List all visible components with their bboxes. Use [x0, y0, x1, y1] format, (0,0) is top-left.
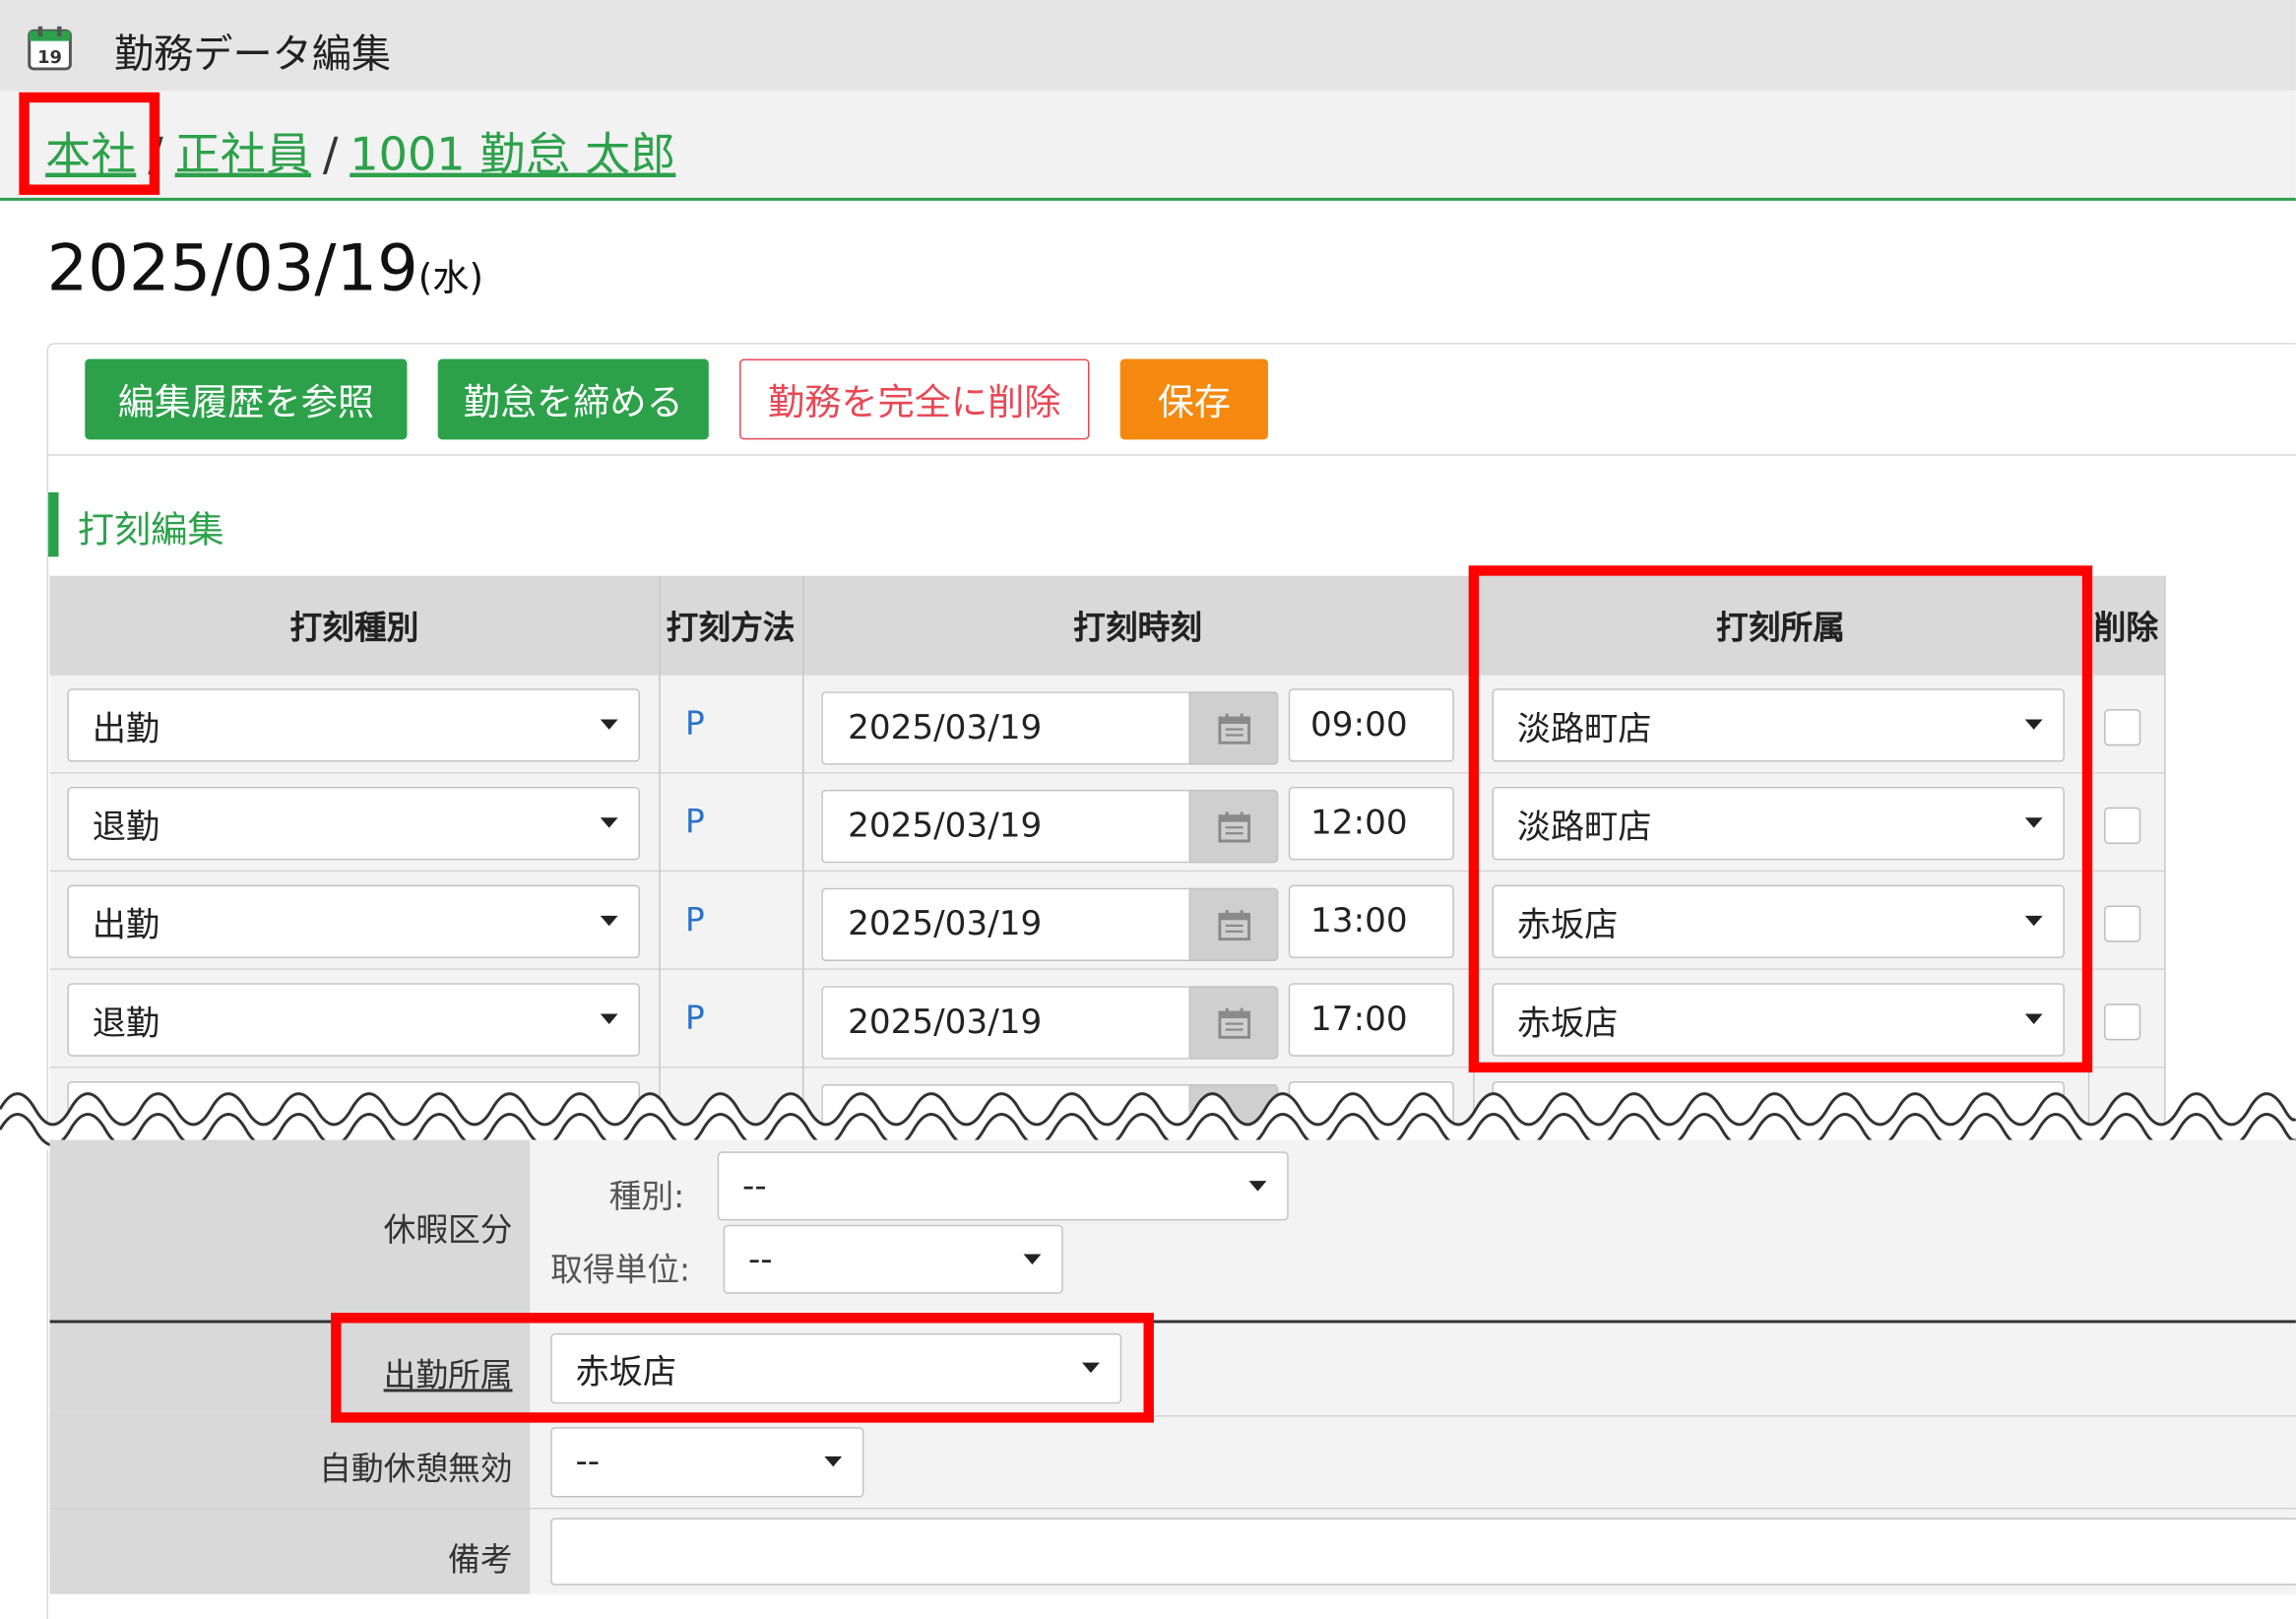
- breadcrumb-separator: /: [148, 128, 163, 182]
- calendar-icon: [1218, 1007, 1251, 1039]
- chevron-down-icon: [2024, 915, 2043, 927]
- work-affiliation-label[interactable]: 出勤所属: [337, 1349, 513, 1396]
- breadcrumb-employee-link[interactable]: 1001 勤怠 太郎: [350, 129, 675, 182]
- leave-unit-label: 取得単位:: [550, 1253, 691, 1290]
- stamp-type-select[interactable]: 退勤: [67, 786, 640, 861]
- omission-wave: [0, 1092, 2296, 1150]
- chevron-down-icon: [2024, 719, 2043, 730]
- stamp-type-value: 出勤: [92, 710, 160, 749]
- chevron-down-icon: [600, 1013, 618, 1024]
- stamp-date-input[interactable]: 2025/03/19: [821, 986, 1191, 1060]
- leave-unit-value: --: [747, 1240, 773, 1279]
- calendar-icon: 19: [28, 26, 72, 71]
- leave-type-value: --: [742, 1167, 767, 1205]
- calendar-icon: [1218, 811, 1251, 843]
- chevron-down-icon: [2024, 817, 2043, 828]
- chevron-down-icon: [600, 915, 618, 927]
- remarks-input[interactable]: [550, 1518, 2296, 1586]
- chevron-down-icon: [824, 1456, 843, 1467]
- remarks-label: 備考: [448, 1542, 513, 1580]
- stamp-affiliation-select[interactable]: 赤坂店: [1492, 884, 2065, 959]
- breadcrumb: 本社 / 正社員/1001 勤怠 太郎: [45, 117, 675, 183]
- date-picker-button[interactable]: [1188, 986, 1279, 1060]
- column-header-delete: 削除: [2093, 611, 2159, 648]
- stamp-time-input[interactable]: 17:00: [1288, 983, 1454, 1057]
- auto-break-label: 自動休憩無効: [319, 1452, 513, 1489]
- chevron-down-icon: [1248, 1181, 1267, 1192]
- stamp-type-select[interactable]: 出勤: [67, 688, 640, 762]
- leave-category-label: 休暇区分: [383, 1212, 513, 1251]
- work-date: 2025/03/19: [46, 231, 418, 306]
- breadcrumb-separator: /: [322, 128, 339, 182]
- auto-break-value: --: [575, 1443, 601, 1482]
- stamp-affiliation-select[interactable]: 淡路町店: [1492, 688, 2065, 762]
- stamp-method: P: [685, 804, 705, 841]
- delete-checkbox[interactable]: [2104, 1004, 2141, 1041]
- leave-type-select[interactable]: --: [717, 1151, 1289, 1221]
- view-edit-history-button[interactable]: 編集履歴を参照: [85, 358, 408, 440]
- stamp-method: P: [685, 706, 705, 744]
- stamp-time-input[interactable]: 12:00: [1288, 786, 1454, 861]
- stamp-date-input[interactable]: 2025/03/19: [821, 789, 1191, 864]
- delete-checkbox[interactable]: [2104, 709, 2141, 746]
- section-title: 打刻編集: [77, 508, 224, 551]
- stamp-type-value: 退勤: [92, 1004, 160, 1044]
- delete-checkbox[interactable]: [2104, 905, 2141, 942]
- work-data-edit-screen: 19 勤務データ編集 本社 / 正社員/1001 勤怠 太郎 2025/03/19(…: [0, 0, 2296, 1619]
- breadcrumb-employment-link[interactable]: 正社員: [175, 129, 311, 182]
- column-header-stamp-method: 打刻方法: [666, 611, 796, 648]
- close-attendance-button[interactable]: 勤怠を締める: [437, 358, 709, 440]
- delete-checkbox[interactable]: [2104, 807, 2141, 844]
- work-weekday: (水): [417, 256, 483, 299]
- chevron-down-icon: [1023, 1254, 1042, 1264]
- leave-unit-select[interactable]: --: [723, 1224, 1063, 1294]
- column-header-stamp-affiliation: 打刻所属: [1715, 611, 1845, 648]
- stamp-affiliation-value: 淡路町店: [1516, 710, 1652, 749]
- save-button[interactable]: 保存: [1119, 358, 1268, 440]
- date-picker-button[interactable]: [1188, 789, 1279, 864]
- chevron-down-icon: [600, 817, 618, 828]
- stamp-type-select[interactable]: 出勤: [67, 884, 640, 959]
- stamp-date-input[interactable]: 2025/03/19: [821, 691, 1191, 765]
- stamp-affiliation-value: 赤坂店: [1516, 1004, 1619, 1044]
- stamp-affiliation-value: 淡路町店: [1516, 809, 1652, 847]
- stamp-type-value: 出勤: [92, 906, 160, 945]
- leave-type-label: 種別:: [608, 1179, 685, 1216]
- stamp-affiliation-select[interactable]: 淡路町店: [1492, 786, 2065, 861]
- date-picker-button[interactable]: [1188, 887, 1279, 961]
- column-header-stamp-time: 打刻時刻: [1073, 611, 1202, 648]
- stamp-type-select[interactable]: 退勤: [67, 983, 640, 1057]
- delete-work-button[interactable]: 勤務を完全に削除: [739, 358, 1090, 440]
- column-header-stamp-type: 打刻種別: [289, 611, 419, 648]
- stamp-method: P: [685, 1001, 705, 1038]
- calendar-icon: [1218, 909, 1251, 941]
- window-title: 勤務データ編集: [114, 32, 392, 78]
- stamp-time-input[interactable]: 09:00: [1288, 688, 1454, 762]
- stamp-affiliation-value: 赤坂店: [1516, 906, 1619, 945]
- toolbar-divider: [46, 454, 2296, 456]
- stamp-affiliation-select[interactable]: 赤坂店: [1492, 983, 2065, 1057]
- svg-text:19: 19: [37, 47, 62, 68]
- date-picker-button[interactable]: [1188, 691, 1279, 765]
- stamp-time-input[interactable]: 13:00: [1288, 884, 1454, 959]
- stamp-type-value: 退勤: [92, 809, 160, 847]
- page-title: 2025/03/19(水): [47, 231, 483, 306]
- stamp-method: P: [685, 902, 705, 939]
- calendar-icon: [1218, 713, 1251, 745]
- breadcrumb-company-link[interactable]: 本社: [45, 129, 136, 182]
- title-bar: 19 勤務データ編集: [0, 0, 2296, 92]
- auto-break-select[interactable]: --: [550, 1427, 864, 1498]
- chevron-down-icon: [2024, 1013, 2043, 1024]
- stamp-date-input[interactable]: 2025/03/19: [821, 887, 1191, 961]
- work-affiliation-value: 赤坂店: [575, 1353, 677, 1392]
- chevron-down-icon: [600, 719, 618, 730]
- work-affiliation-select[interactable]: 赤坂店: [550, 1332, 1122, 1404]
- chevron-down-icon: [1082, 1362, 1100, 1374]
- section-marker: [48, 491, 59, 557]
